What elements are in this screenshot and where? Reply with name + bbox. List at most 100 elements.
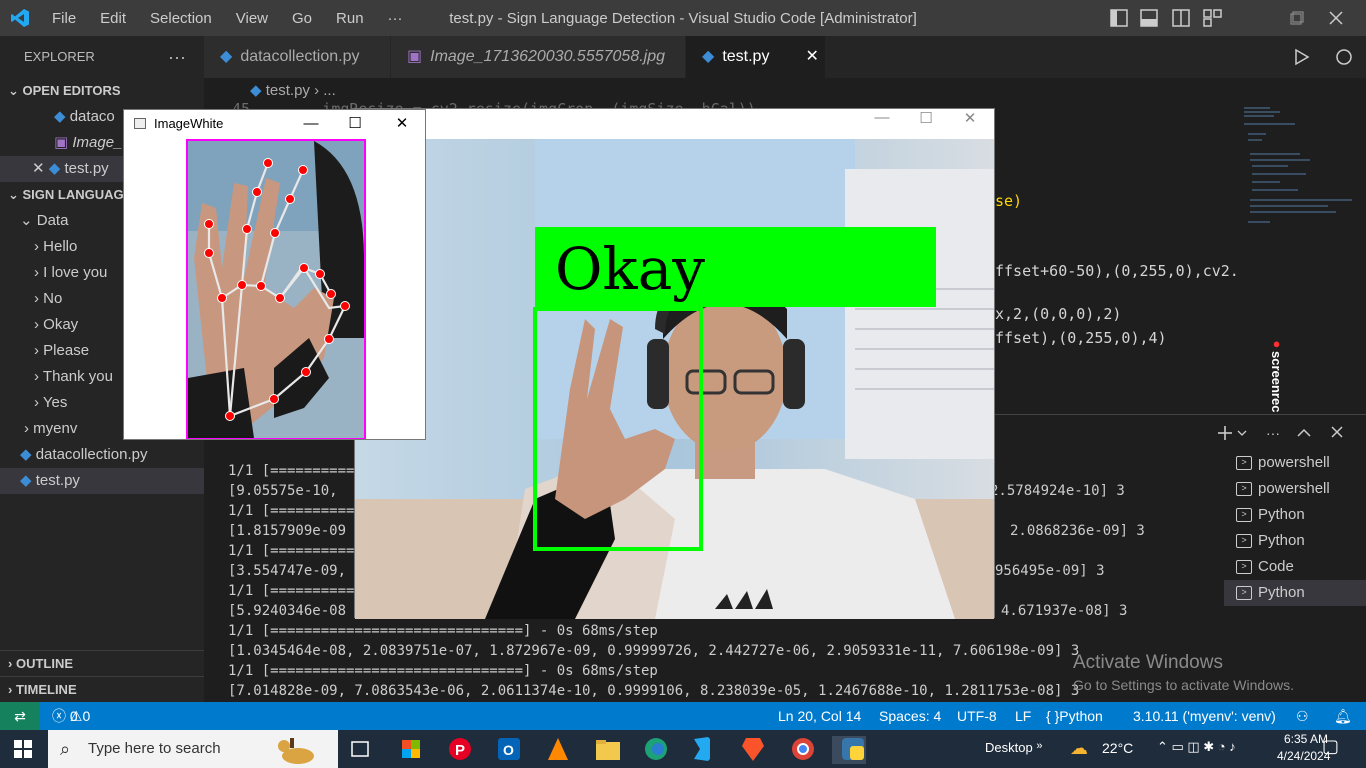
python-interpreter[interactable]: 3.10.11 ('myenv': venv)	[1133, 702, 1276, 730]
session-label: powershell	[1258, 480, 1330, 497]
explorer-more-icon[interactable]: ···	[168, 36, 186, 78]
close-icon[interactable]: ✕	[805, 36, 818, 78]
file-datacollection[interactable]: ◆ datacollection.py	[0, 442, 204, 468]
code-fragment: x,2,(0,0,0),2)	[995, 305, 1122, 323]
remote-icon[interactable]: ⇄	[0, 702, 40, 730]
minimize-icon[interactable]: —	[288, 110, 334, 138]
terminal-line: 1/1 [==============================] - 0…	[228, 623, 658, 639]
terminal-session[interactable]: > Code	[1224, 554, 1366, 580]
terminal-icon: >	[1236, 508, 1252, 522]
minimap[interactable]	[1240, 104, 1360, 244]
breadcrumb-file[interactable]: test.py	[266, 82, 310, 99]
account-icon[interactable]: ⚇	[1296, 702, 1309, 730]
screenrec-label: ●screenrec	[1266, 336, 1284, 426]
layout-controls-icon[interactable]	[1110, 9, 1280, 27]
problems-indicator[interactable]: ⓧ 0 ⚠ 0	[52, 702, 90, 730]
svg-text:O: O	[503, 742, 514, 758]
open-editors-section[interactable]: ⌄ OPEN EDITORS	[0, 78, 204, 104]
tab-datacollection[interactable]: ◆ datacollection.py	[204, 36, 391, 78]
title-bar: File Edit Selection View Go Run ··· test…	[0, 0, 1366, 36]
folder-label: Please	[43, 342, 90, 359]
editor-tabs: ◆ datacollection.py ▣ Image_1713620030.555…	[204, 36, 1366, 78]
terminal-line: 1/1 [==========	[228, 583, 355, 599]
terminal-session[interactable]: > Python	[1224, 528, 1366, 554]
task-view-icon	[351, 741, 369, 757]
terminal-line: [1.8157909e-09	[228, 523, 347, 539]
notifications-bell-icon[interactable]: 🔔︎	[1334, 702, 1352, 730]
timeline-section[interactable]: › TIMELINE	[0, 676, 204, 702]
cursor-position[interactable]: Ln 20, Col 14	[778, 702, 861, 730]
menu-more[interactable]: ···	[376, 10, 415, 27]
file-label: datacollection.py	[35, 446, 148, 463]
activate-windows-subtitle: Go to Settings to activate Windows.	[1073, 677, 1294, 693]
tab-image[interactable]: ▣ Image_1713620030.5557058.jpg	[391, 36, 686, 78]
tab-label: test.py	[722, 48, 770, 65]
menu-bar: File Edit Selection View Go Run ···	[40, 10, 415, 27]
session-label: Code	[1258, 558, 1294, 575]
terminal-session[interactable]: > powershell	[1224, 476, 1366, 502]
menu-file[interactable]: File	[40, 10, 88, 27]
terminal-line-fragment: 2.5784924e-10] 3	[990, 483, 1125, 499]
maximize-icon[interactable]: ☐	[332, 110, 378, 138]
file-test[interactable]: ◆ test.py	[0, 468, 204, 494]
end-of-line[interactable]: LF	[1015, 702, 1031, 730]
svg-text:···: ···	[1266, 425, 1280, 441]
window-controls-icon[interactable]	[1290, 11, 1350, 25]
python-file-icon: ◆	[250, 82, 262, 99]
close-icon[interactable]: ✕	[379, 110, 425, 138]
weather-icon[interactable]: ☁	[1070, 738, 1088, 759]
outline-label: OUTLINE	[15, 656, 74, 671]
menu-view[interactable]: View	[224, 10, 280, 27]
outline-section[interactable]: › OUTLINE	[0, 650, 204, 676]
desktop-label: Desktop	[985, 740, 1033, 755]
image-file-icon: ▣	[54, 134, 69, 151]
terminal-actions-icon[interactable]: ···	[1214, 423, 1362, 443]
terminal-line: [7.014828e-09, 7.0863543e-06, 2.0611374e…	[228, 683, 1080, 699]
menu-run[interactable]: Run	[324, 10, 376, 27]
folder-label: Yes	[42, 394, 68, 411]
window-app-icon	[134, 118, 146, 129]
terminal-icon: >	[1236, 560, 1252, 574]
camera-window-titlebar[interactable]: — ☐ ✕	[355, 109, 994, 139]
notification-center-icon[interactable]: ▢	[1322, 736, 1339, 757]
tray-icons[interactable]: ⌃ ▭ ◫ ✱ ◔ ♪	[1157, 739, 1236, 755]
encoding[interactable]: UTF-8	[957, 702, 997, 730]
code-fragment: ffset),(0,255,0),4)	[995, 329, 1167, 347]
terminal-session-list: > powershell > powershell > Python > Python …	[1224, 450, 1366, 702]
language-mode[interactable]: { } Python	[1046, 702, 1103, 730]
tab-test[interactable]: ◆ test.py ✕	[686, 36, 826, 78]
search-placeholder: Type here to search	[88, 740, 221, 757]
indentation[interactable]: Spaces: 4	[879, 702, 941, 730]
maximize-icon[interactable]: ☐	[903, 109, 949, 137]
menu-go[interactable]: Go	[280, 10, 324, 27]
headphone-left	[647, 339, 669, 409]
terminal-line: 1/1 [==========	[228, 503, 355, 519]
close-icon[interactable]: ✕	[947, 109, 993, 137]
weather-temp[interactable]: 22°C	[1102, 740, 1133, 756]
open-editor-label: Image_	[72, 134, 123, 151]
desktop-toolbar[interactable]: Desktop »	[985, 740, 1042, 755]
terminal-line: [1.0345464e-08, 2.0839751e-07, 1.872967e…	[228, 643, 1080, 659]
open-editors-label: OPEN EDITORS	[22, 83, 121, 98]
python-file-icon: ◆	[220, 48, 233, 65]
menu-edit[interactable]: Edit	[88, 10, 138, 27]
record-dot-icon: ●	[1269, 336, 1284, 351]
terminal-session[interactable]: > powershell	[1224, 450, 1366, 476]
terminal-line: 1/1 [==========	[228, 543, 355, 559]
session-label: Python	[1258, 506, 1305, 523]
minimize-icon[interactable]: —	[859, 109, 905, 137]
terminal-session[interactable]: > Python	[1224, 502, 1366, 528]
taskbar-apps[interactable]: P O	[346, 736, 866, 764]
windows-start-icon[interactable]	[14, 740, 32, 758]
imagewhite-titlebar[interactable]: ImageWhite — ☐ ✕	[124, 110, 425, 138]
prediction-label: Okay	[555, 235, 705, 303]
folder-label: Okay	[43, 316, 79, 333]
open-editor-label: dataco	[69, 108, 115, 125]
close-icon[interactable]: ✕	[32, 160, 45, 177]
session-label: powershell	[1258, 454, 1330, 471]
status-bar: ⇄ ⓧ 0 ⚠ 0 Ln 20, Col 14 Spaces: 4 UTF-8 …	[0, 702, 1366, 730]
breadcrumb-more[interactable]: ...	[323, 82, 336, 99]
menu-selection[interactable]: Selection	[138, 10, 224, 27]
editor-actions-icon[interactable]: ···	[1246, 36, 1366, 78]
terminal-session-active[interactable]: > Python	[1224, 580, 1366, 606]
